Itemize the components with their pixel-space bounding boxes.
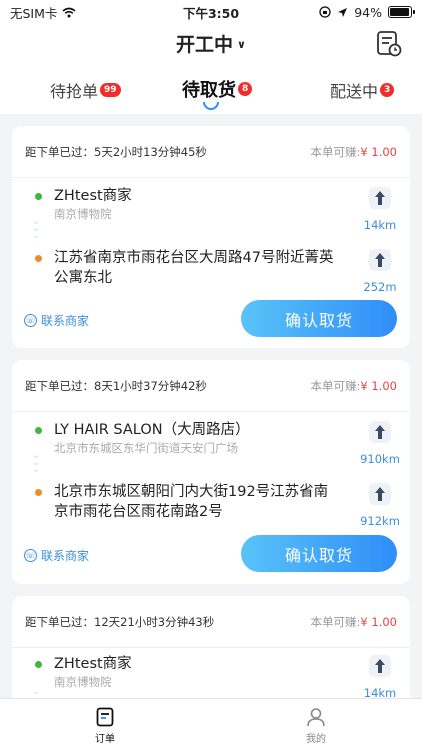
pickup-distance: 14km xyxy=(363,218,397,232)
status-time: 下午3:50 xyxy=(182,5,240,21)
chevron-down-icon: ∨ xyxy=(237,38,246,51)
app-header: 开工中 ∨ xyxy=(0,24,422,66)
merchant-address: 北京市东城区东华门街道天安门广场 xyxy=(54,441,238,455)
tab-label: 待抢单 xyxy=(50,82,99,101)
order-card[interactable]: 距下单已过：8天1小时37分钟42秒 本单可赚:¥ 1.00 LY HAIR S… xyxy=(12,360,410,584)
merchant-address: 南京博物院 xyxy=(54,207,112,221)
route-chevrons-icon: ⌄ ⌄ ⌄ xyxy=(32,450,41,475)
earn-label: 本单可赚: xyxy=(310,378,361,393)
route-chevrons-icon: ⌄ xyxy=(32,686,41,697)
dropoff-distance: 252m xyxy=(363,280,397,294)
count-badge: 99 xyxy=(100,83,121,97)
status-left: 无SIM卡 xyxy=(10,3,160,22)
pickup-distance: 910km xyxy=(360,452,400,466)
merchant-name: ZHtest商家 xyxy=(54,656,132,672)
contact-merchant-link[interactable]: ☏ 联系商家 xyxy=(24,547,89,564)
tab-delivering[interactable]: 配送中 3 xyxy=(330,78,395,102)
contact-label: 联系商家 xyxy=(41,314,90,328)
pickup-stop: ZHtest商家 南京博物院 xyxy=(12,186,410,222)
earn-amount: ¥ 1.00 xyxy=(360,378,397,393)
merchant-address: 南京博物院 xyxy=(54,675,112,689)
dropoff-dot xyxy=(35,255,42,262)
contact-label: 联系商家 xyxy=(41,549,90,563)
earn-info: 本单可赚:¥ 1.00 xyxy=(311,614,397,630)
battery-icon xyxy=(388,6,415,18)
merchant-name: LY HAIR SALON（大周路店） xyxy=(54,422,250,438)
pickup-dot xyxy=(35,661,42,668)
nav-label: 我的 xyxy=(306,734,326,745)
dropoff-distance: 912km xyxy=(360,514,400,528)
page-title: 开工中 xyxy=(176,34,234,56)
phone-icon: ☏ xyxy=(24,314,37,327)
user-icon xyxy=(307,708,325,727)
route-chevrons-icon: ⌄ ⌄ ⌄ xyxy=(32,216,41,241)
active-tab-indicator xyxy=(203,102,219,110)
nav-mine[interactable]: 我的 xyxy=(286,707,346,745)
dropoff-stop: 江苏省南京市雨花台区大周路47号附近菁英公寓东北 xyxy=(12,248,410,288)
earn-info: 本单可赚:¥ 1.00 xyxy=(311,378,397,394)
count-badge: 3 xyxy=(380,83,395,97)
card-header: 距下单已过：8天1小时37分钟42秒 本单可赚:¥ 1.00 xyxy=(12,360,410,412)
dropoff-dot xyxy=(35,489,42,496)
earn-info: 本单可赚:¥ 1.00 xyxy=(311,144,397,160)
tab-label: 配送中 xyxy=(330,82,379,101)
location-icon xyxy=(338,7,348,17)
tab-label: 待取货 xyxy=(182,80,236,101)
merchant-name: ZHtest商家 xyxy=(54,188,132,204)
customer-address: 江苏省南京市雨花台区大周路47号附近菁英公寓东北 xyxy=(54,250,334,286)
elapsed-time: 距下单已过：12天21小时3分钟43秒 xyxy=(25,614,215,629)
tab-pending-grab[interactable]: 待抢单 99 xyxy=(50,78,121,102)
card-header: 距下单已过：12天21小时3分钟43秒 本单可赚:¥ 1.00 xyxy=(12,596,410,648)
orientation-lock-icon xyxy=(319,6,331,18)
navigation-arrow-icon xyxy=(369,655,391,677)
navigate-pickup-button[interactable]: 910km xyxy=(360,420,400,466)
status-bar: 无SIM卡 下午3:50 94% xyxy=(0,0,422,24)
navigate-dropoff-button[interactable]: 252m xyxy=(360,248,400,294)
order-icon xyxy=(96,707,114,727)
confirm-pickup-button[interactable]: 确认取货 xyxy=(241,535,397,572)
dropoff-stop: 北京市东城区朝阳门内大街192号江苏省南京市雨花台区雨花南路2号 xyxy=(12,482,410,522)
card-header: 距下单已过：5天2小时13分钟45秒 本单可赚:¥ 1.00 xyxy=(12,126,410,178)
work-status-dropdown[interactable]: 开工中 ∨ xyxy=(0,30,422,57)
pickup-dot xyxy=(35,193,42,200)
navigate-pickup-button[interactable]: 14km xyxy=(360,654,400,700)
pickup-stop: ZHtest商家 南京博物院 xyxy=(12,654,410,690)
card-actions: ☏ 联系商家 确认取货 xyxy=(12,535,410,575)
navigation-arrow-icon xyxy=(369,187,391,209)
order-tabs: 待抢单 99 待取货 8 配送中 3 xyxy=(0,66,422,114)
earn-label: 本单可赚: xyxy=(310,144,361,159)
navigation-arrow-icon xyxy=(369,249,391,271)
pickup-stop: LY HAIR SALON（大周路店） 北京市东城区东华门街道天安门广场 xyxy=(12,420,410,456)
contact-merchant-link[interactable]: ☏ 联系商家 xyxy=(24,312,89,329)
navigation-arrow-icon xyxy=(369,421,391,443)
count-badge: 8 xyxy=(238,82,253,96)
confirm-pickup-button[interactable]: 确认取货 xyxy=(241,300,397,337)
bottom-nav: 订单 我的 xyxy=(0,698,422,750)
customer-address: 北京市东城区朝阳门内大街192号江苏省南京市雨花台区雨花南路2号 xyxy=(54,484,329,520)
order-card[interactable]: 距下单已过：12天21小时3分钟43秒 本单可赚:¥ 1.00 ZHtest商家… xyxy=(12,596,410,706)
order-history-icon[interactable] xyxy=(376,30,402,58)
card-actions: ☏ 联系商家 确认取货 xyxy=(12,300,410,340)
phone-icon: ☏ xyxy=(24,549,37,562)
battery-percent: 94% xyxy=(354,4,382,20)
navigation-arrow-icon xyxy=(369,483,391,505)
elapsed-time: 距下单已过：8天1小时37分钟42秒 xyxy=(25,378,207,393)
nav-orders[interactable]: 订单 xyxy=(75,707,135,745)
navigate-dropoff-button[interactable]: 912km xyxy=(360,482,400,528)
nav-label: 订单 xyxy=(95,734,115,745)
earn-amount: ¥ 1.00 xyxy=(360,614,397,629)
pickup-dot xyxy=(35,427,42,434)
order-card[interactable]: 距下单已过：5天2小时13分钟45秒 本单可赚:¥ 1.00 ZHtest商家 … xyxy=(12,126,410,348)
elapsed-time: 距下单已过：5天2小时13分钟45秒 xyxy=(25,144,207,159)
earn-amount: ¥ 1.00 xyxy=(360,144,397,159)
navigate-pickup-button[interactable]: 14km xyxy=(360,186,400,232)
tab-pending-pickup[interactable]: 待取货 8 xyxy=(182,76,253,102)
carrier-label: 无SIM卡 xyxy=(10,5,58,21)
earn-label: 本单可赚: xyxy=(310,614,361,629)
wifi-icon xyxy=(62,7,76,17)
status-right: 94% xyxy=(262,4,415,20)
